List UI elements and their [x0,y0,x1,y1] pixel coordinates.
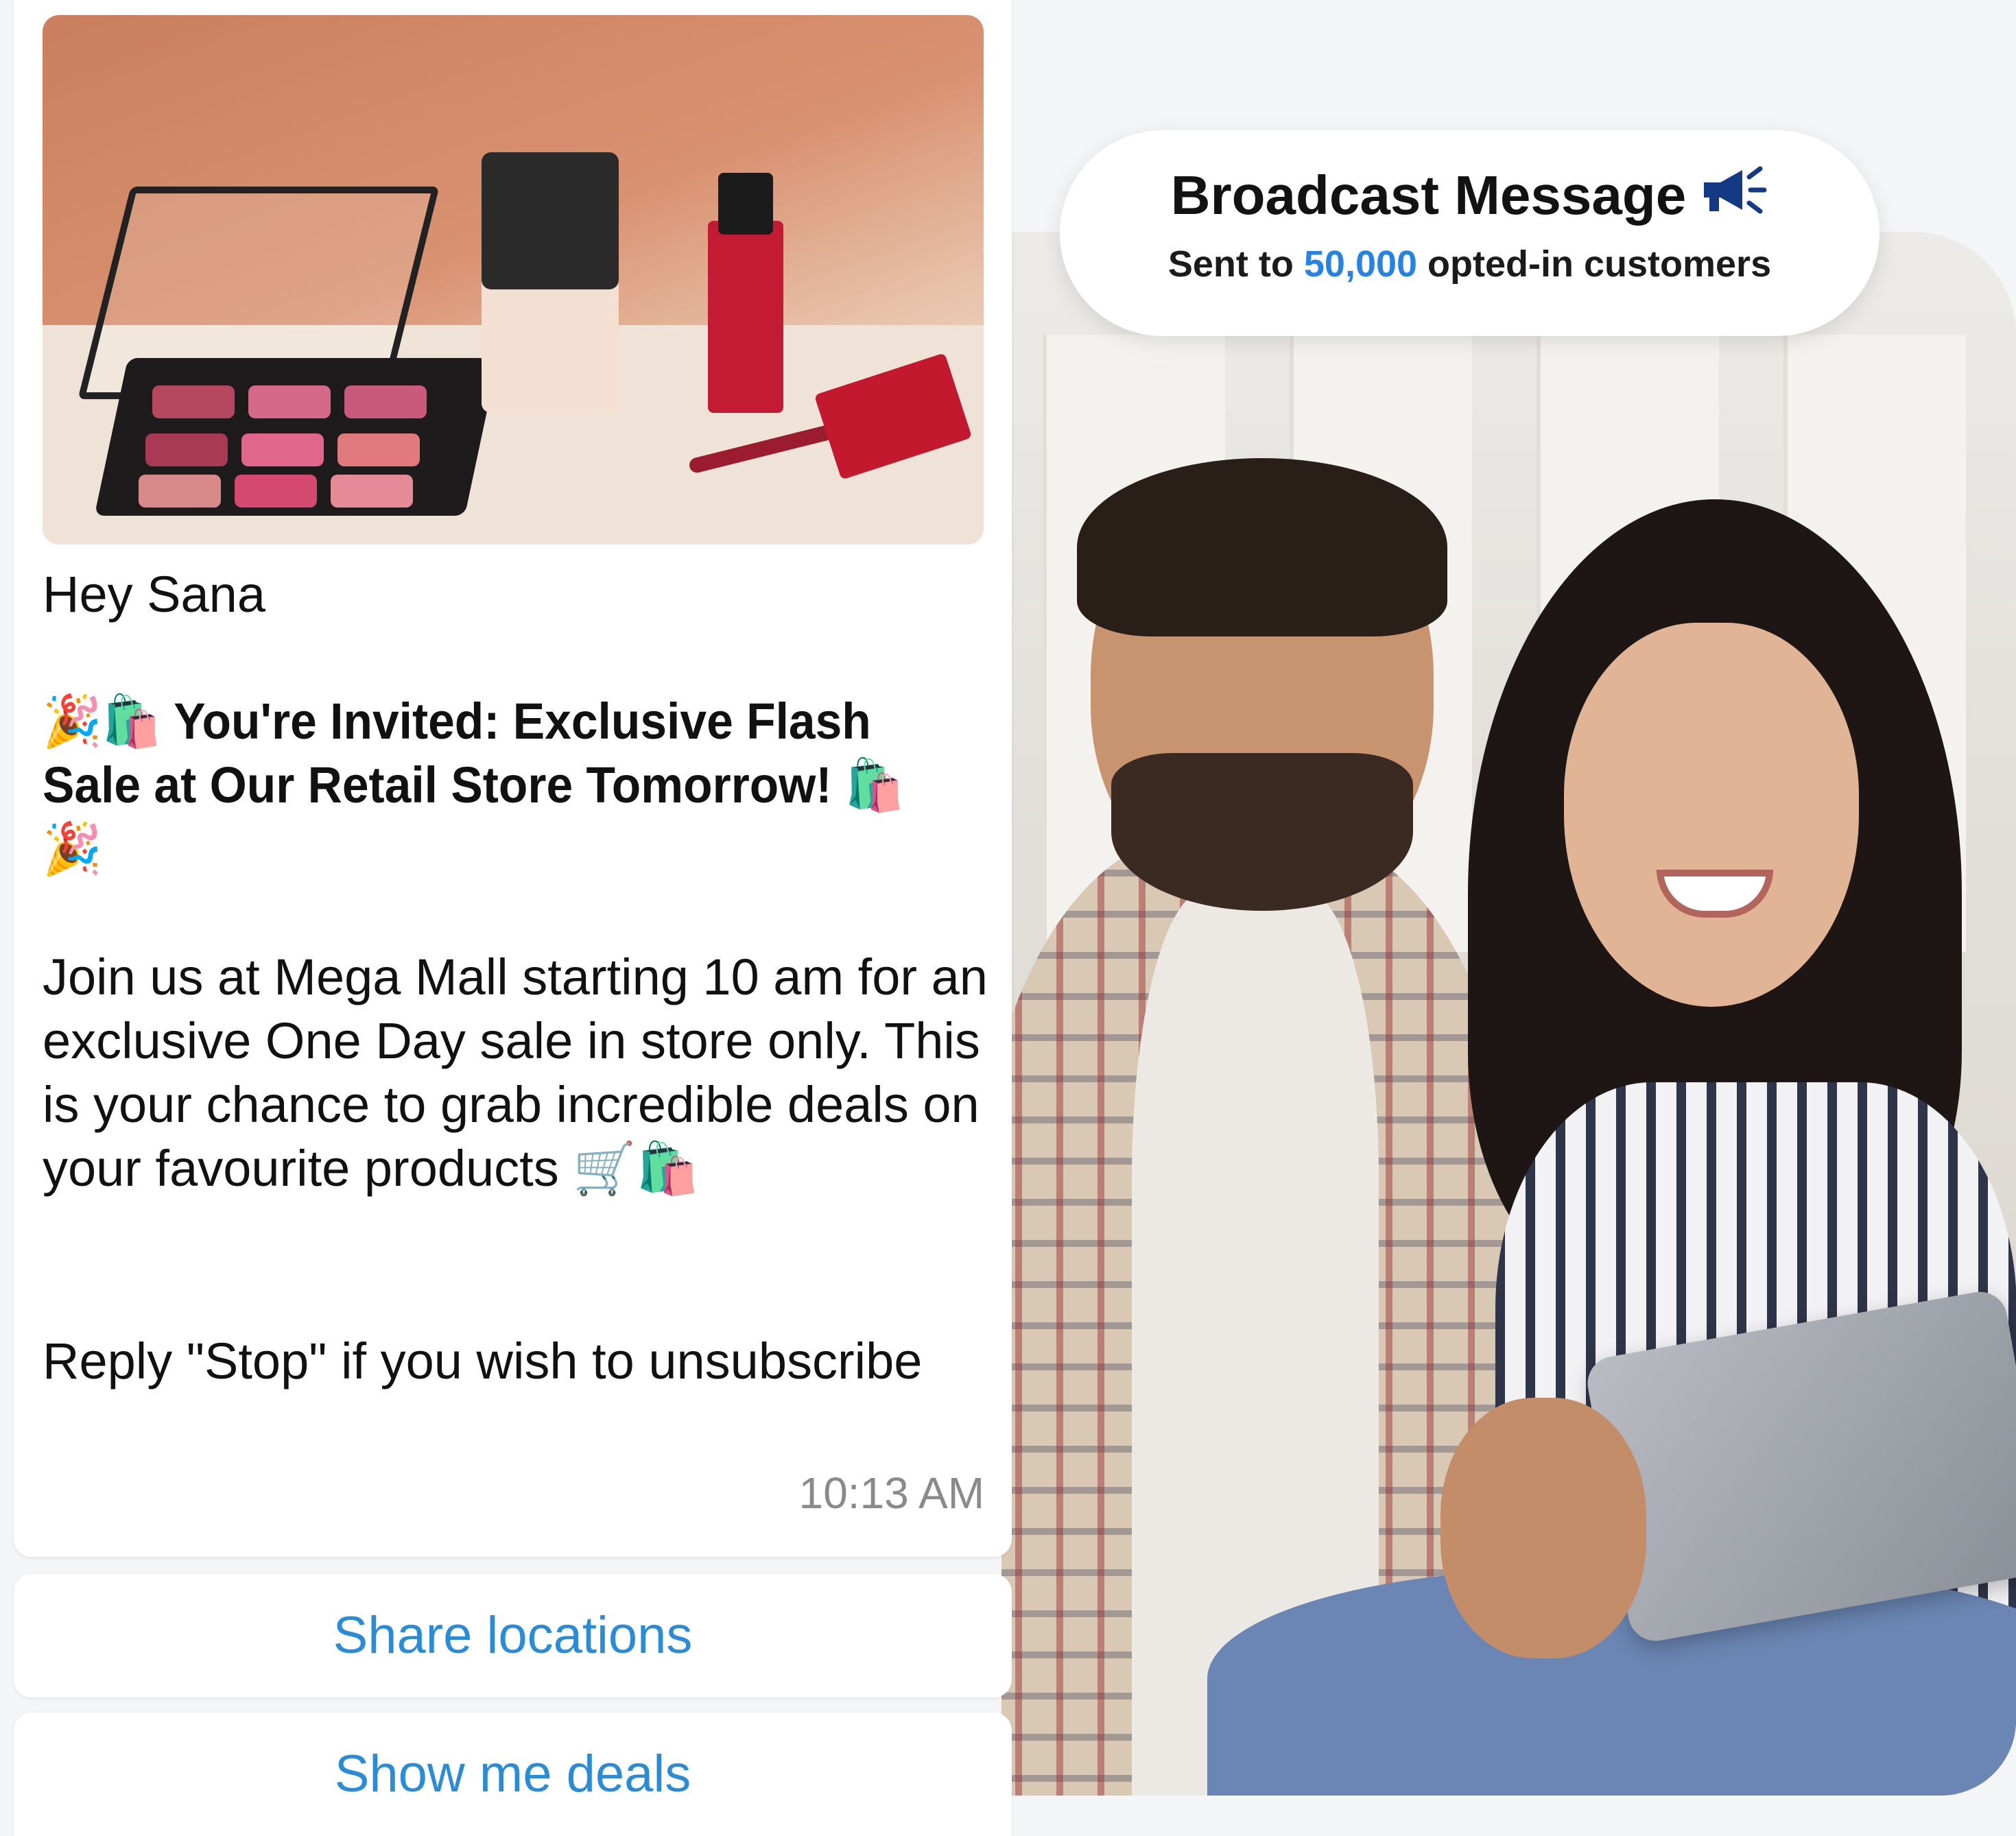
lipstick-bottle [708,221,783,413]
woman-face [1564,623,1859,1007]
message-timestamp: 10:13 AM [798,1468,984,1518]
eyeshadow-pan [235,475,317,508]
man-hair [1077,458,1447,636]
message-body: Join us at Mega Mall starting 10 am for … [43,949,988,1197]
eyeshadow-pan [139,475,221,508]
broadcast-sub-prefix: Sent to [1167,243,1304,285]
lipstick-cap [718,173,773,235]
message-greeting: Hey Sana [43,566,265,623]
hand [1440,1398,1646,1658]
eyeshadow-pan [152,385,235,418]
foundation-cap [482,152,619,289]
eyeshadow-pan [248,385,331,418]
megaphone-icon [1700,163,1768,228]
show-me-deals-button[interactable]: Show me deals [14,1713,1012,1836]
eyeshadow-pan [344,385,427,418]
eyeshadow-pan [331,475,413,508]
product-image[interactable] [43,15,984,545]
eyeshadow-pan [241,433,324,466]
broadcast-badge: Broadcast Message Sent to 50,000 opted-i… [1060,130,1879,336]
man-beard [1111,753,1413,911]
eyeshadow-pan [337,433,420,466]
message-bubble: Hey Sana 🎉🛍️ You're Invited: Exclusive F… [14,0,1012,1557]
share-locations-button[interactable]: Share locations [14,1574,1012,1697]
broadcast-count: 50,000 [1303,243,1418,285]
broadcast-title: Broadcast Message [1170,165,1687,226]
promo-photo [1001,232,2016,1796]
broadcast-subtitle: Sent to 50,000 opted-in customers [1060,243,1879,285]
broadcast-sub-suffix: opted-in customers [1417,243,1772,285]
eyeshadow-pan [145,433,228,466]
message-footer: Reply "Stop" if you wish to unsubscribe [43,1333,923,1390]
broadcast-title-row: Broadcast Message [1171,163,1768,228]
message-headline: 🎉🛍️ You're Invited: Exclusive Flash Sale… [43,693,905,877]
